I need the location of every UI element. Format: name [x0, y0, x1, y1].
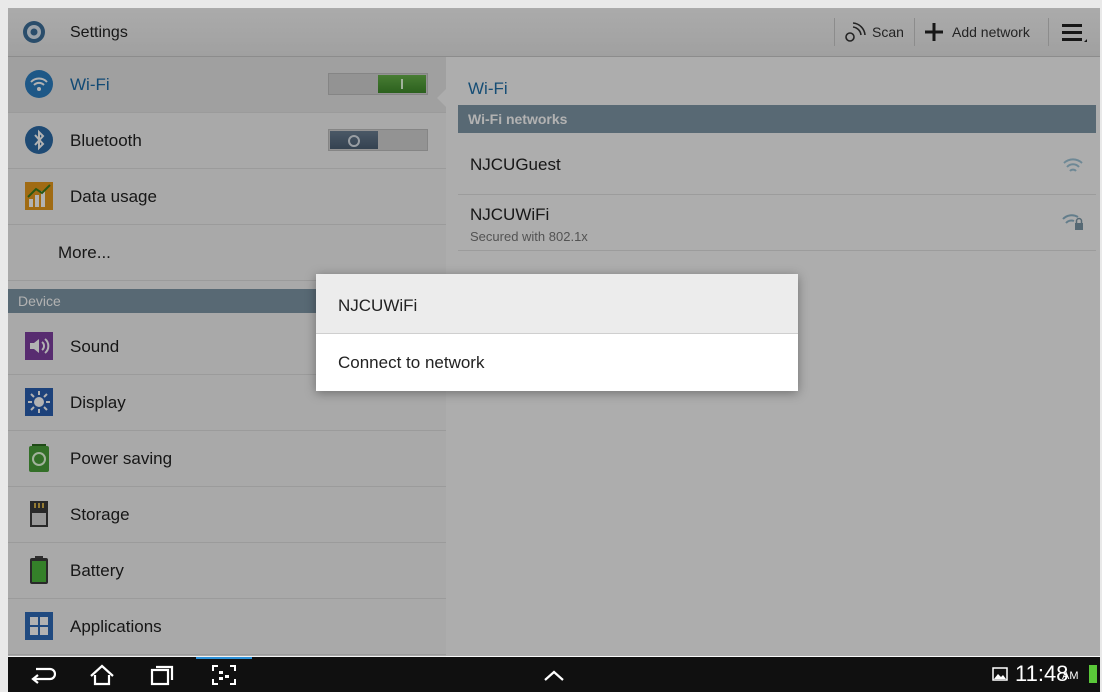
network-dialog: NJCUWiFi Connect to network	[316, 274, 798, 391]
system-bar: 11:48 AM	[8, 657, 1100, 692]
recent-apps-icon[interactable]	[148, 663, 176, 687]
chevron-up-icon[interactable]	[540, 663, 568, 687]
screenshot-icon[interactable]	[210, 663, 238, 687]
status-clock: 11:48	[1015, 661, 1069, 686]
connect-to-network-option[interactable]: Connect to network	[316, 334, 798, 391]
settings-app: Settings Scan Add network Wi-Fi Bluetoot…	[0, 0, 1102, 692]
dialog-title-bar: NJCUWiFi	[316, 274, 798, 334]
battery-status-icon	[1089, 665, 1097, 683]
home-icon[interactable]	[88, 663, 116, 687]
gallery-notification-icon	[992, 667, 1008, 681]
dialog-option-label: Connect to network	[338, 353, 485, 372]
dialog-title: NJCUWiFi	[338, 296, 418, 315]
status-ampm: AM	[1062, 670, 1079, 682]
back-icon[interactable]	[28, 663, 56, 687]
active-indicator	[196, 657, 252, 659]
